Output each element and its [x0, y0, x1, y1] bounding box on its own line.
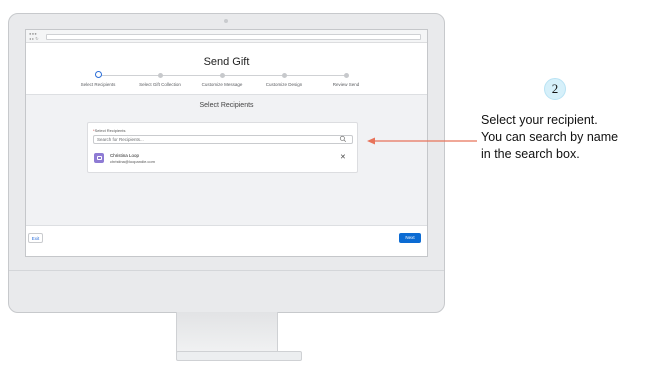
step-indicator-dot: [219, 73, 225, 78]
callout-arrow-icon: [367, 137, 477, 145]
monitor-stand: [176, 312, 278, 354]
step-label: Select Recipients: [80, 82, 116, 87]
step-indicator-dot: [281, 73, 287, 78]
browser-toolbar: ●●● ◂ ▸ ↻: [26, 30, 427, 43]
instruction-text: Select your recipient. You can search by…: [481, 112, 666, 163]
instruction-line: in the search box.: [481, 147, 580, 161]
next-button[interactable]: Next: [399, 233, 421, 243]
step-label: Customize Message: [201, 82, 243, 87]
monitor-chin: [9, 270, 444, 271]
step-indicator-dot: [94, 71, 102, 78]
remove-recipient-icon[interactable]: ✕: [340, 154, 346, 161]
step-number-badge: 2: [544, 78, 566, 100]
step-indicator-dot: [343, 73, 349, 78]
recipient-email: christina@loopandie.com: [110, 159, 155, 164]
exit-button[interactable]: Exit: [28, 233, 43, 243]
recipients-label-text: Select Recipients: [94, 128, 126, 133]
instruction-line: You can search by name: [481, 130, 619, 144]
modal-title: Send Gift: [203, 56, 250, 68]
step-label: Review Send: [332, 82, 360, 87]
step-indicator-dot: [157, 73, 163, 78]
webcam-icon: [224, 19, 228, 23]
browser-nav-icon[interactable]: ◂ ▸ ↻: [29, 36, 39, 41]
modal-footer: [26, 225, 427, 256]
recipients-field-label: *Select Recipients: [93, 128, 125, 133]
recipients-card: [87, 122, 358, 173]
recipient-name: Christina Loop: [110, 153, 140, 158]
address-bar[interactable]: [46, 34, 421, 40]
contact-avatar-icon: [94, 153, 104, 163]
search-placeholder: Search for Recipients...: [97, 137, 144, 142]
monitor-stand-base: [176, 351, 302, 361]
section-title: Select Recipients: [199, 102, 254, 109]
step-label: Customize Design: [265, 82, 303, 87]
instruction-line: Select your recipient.: [481, 113, 598, 127]
step-label: Select Gift Collection: [139, 82, 181, 87]
search-icon[interactable]: [339, 135, 347, 143]
